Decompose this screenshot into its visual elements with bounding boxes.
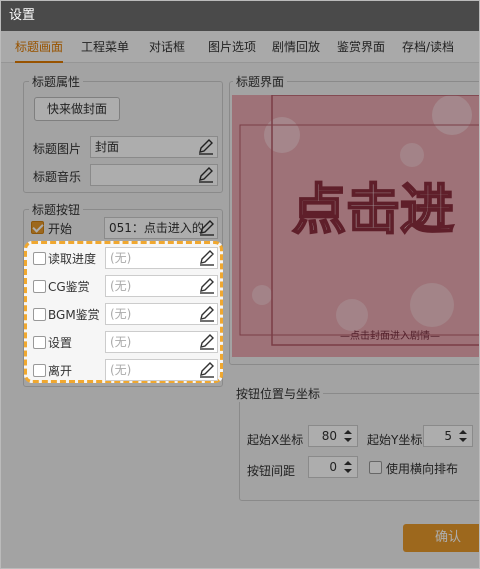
load-progress-label: 读取进度 bbox=[48, 252, 97, 266]
window-title: 设置 bbox=[1, 1, 479, 31]
start-checkbox[interactable] bbox=[31, 221, 44, 234]
edit-pencil-icon[interactable] bbox=[197, 360, 217, 380]
cg-gallery-checkbox[interactable] bbox=[33, 280, 46, 293]
spacing-input[interactable]: 0 bbox=[308, 456, 358, 478]
bgm-gallery-checkbox[interactable] bbox=[33, 308, 46, 321]
edit-pencil-icon[interactable] bbox=[197, 304, 217, 324]
position-title: 按钮位置与坐标 bbox=[233, 385, 324, 402]
cg-gallery-label: CG鉴赏 bbox=[48, 280, 90, 294]
title-screen-title: 标题界面 bbox=[233, 73, 288, 90]
title-props-title: 标题属性 bbox=[29, 73, 84, 90]
settings-window: 设置 标题画面 工程菜单 对话框 图片选项 剧情回放 鉴赏界面 存档/读档 标题… bbox=[0, 0, 480, 569]
edit-pencil-icon[interactable] bbox=[197, 248, 217, 268]
spacing-label: 按钮间距 bbox=[247, 464, 296, 478]
preview-big-text: 点击进 bbox=[291, 176, 455, 242]
start-y-value: 5 bbox=[444, 429, 452, 443]
settings-label: 设置 bbox=[48, 336, 73, 350]
horizontal-layout-label: 使用横向排布 bbox=[386, 462, 459, 476]
start-y-label: 起始Y坐标 bbox=[367, 433, 423, 447]
title-buttons-title: 标题按钮 bbox=[29, 201, 84, 218]
tab-gallery[interactable]: 鉴赏界面 bbox=[337, 31, 385, 63]
tab-bar: 标题画面 工程菜单 对话框 图片选项 剧情回放 鉴赏界面 存档/读档 bbox=[1, 31, 479, 63]
load-progress-checkbox[interactable] bbox=[33, 252, 46, 265]
start-x-label: 起始X坐标 bbox=[247, 433, 304, 447]
spacing-value: 0 bbox=[329, 460, 337, 474]
start-label: 开始 bbox=[48, 222, 73, 236]
confirm-button[interactable]: 确认 bbox=[403, 524, 479, 552]
preview-small-text: —点击封面进入剧情— bbox=[340, 331, 440, 342]
tab-dialog[interactable]: 对话框 bbox=[149, 31, 185, 63]
spinner-arrows-icon[interactable] bbox=[456, 427, 470, 445]
start-x-value: 80 bbox=[321, 429, 337, 443]
horizontal-layout-checkbox[interactable] bbox=[369, 461, 382, 474]
tab-save-load[interactable]: 存档/读档 bbox=[402, 31, 454, 63]
title-image-label: 标题图片 bbox=[33, 142, 82, 156]
edit-pencil-icon[interactable] bbox=[196, 137, 216, 157]
settings-checkbox[interactable] bbox=[33, 336, 46, 349]
start-x-input[interactable]: 80 bbox=[308, 425, 358, 447]
edit-pencil-icon[interactable] bbox=[197, 276, 217, 296]
spinner-arrows-icon[interactable] bbox=[341, 458, 355, 476]
start-y-input[interactable]: 5 bbox=[423, 425, 473, 447]
edit-pencil-icon[interactable] bbox=[197, 332, 217, 352]
title-music-label: 标题音乐 bbox=[33, 170, 82, 184]
tab-project-menu[interactable]: 工程菜单 bbox=[81, 31, 129, 63]
spinner-arrows-icon[interactable] bbox=[341, 427, 355, 445]
tab-image-options[interactable]: 图片选项 bbox=[208, 31, 256, 63]
edit-pencil-icon[interactable] bbox=[197, 218, 217, 238]
tab-title-screen[interactable]: 标题画面 bbox=[15, 31, 64, 63]
highlight-box: 读取进度 (无) CG鉴赏 (无) BGM鉴赏 (无) 设置 (无) 离开 (无… bbox=[24, 241, 223, 383]
exit-label: 离开 bbox=[48, 364, 73, 378]
quick-cover-button[interactable]: 快来做封面 bbox=[34, 97, 120, 121]
exit-checkbox[interactable] bbox=[33, 364, 46, 377]
title-preview-image: 点击进 —点击封面进入剧情— bbox=[232, 95, 479, 357]
tab-story-replay[interactable]: 剧情回放 bbox=[272, 31, 320, 63]
bgm-gallery-label: BGM鉴赏 bbox=[48, 308, 100, 322]
edit-pencil-icon[interactable] bbox=[196, 165, 216, 185]
